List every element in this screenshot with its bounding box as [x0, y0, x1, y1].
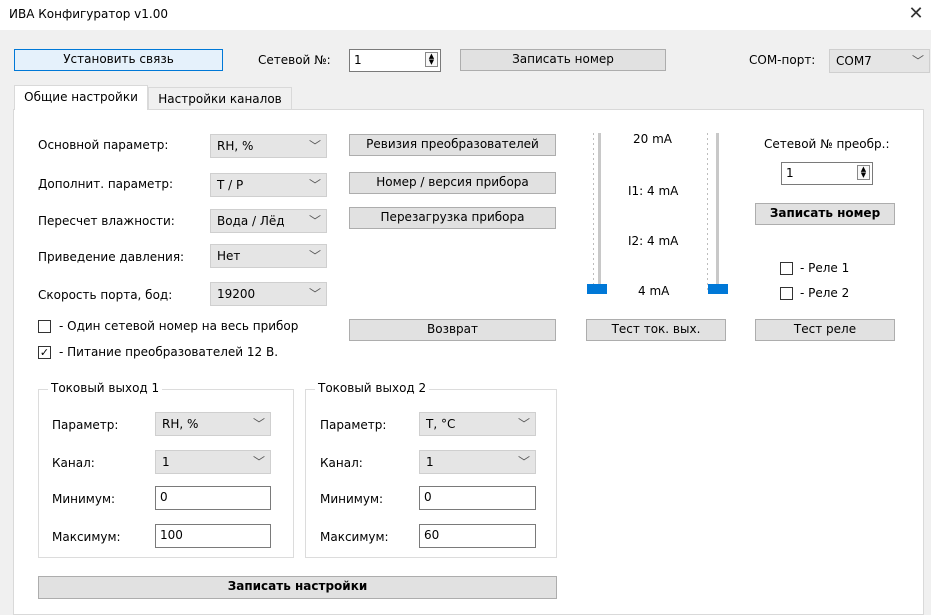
- chevron-down-icon: ﹀: [252, 417, 265, 431]
- pressure-value: Нет: [217, 249, 241, 263]
- main-param-value: RH, %: [217, 139, 254, 153]
- baud-label: Скорость порта, бод:: [38, 288, 173, 302]
- output2-min-input[interactable]: 0: [419, 486, 536, 510]
- i1-label: I1: 4 mA: [628, 184, 679, 198]
- chevron-down-icon: ﹀: [308, 214, 321, 228]
- current-top-label: 20 mA: [633, 132, 672, 146]
- output2-max-input[interactable]: 60: [419, 524, 536, 548]
- output2-param-value: T, °C: [426, 417, 456, 431]
- com-port-select[interactable]: COM7 ﹀: [829, 49, 930, 73]
- connect-button[interactable]: Установить связь: [14, 49, 223, 71]
- slider1-ticks: [593, 133, 594, 293]
- close-icon[interactable]: ✕: [905, 3, 927, 25]
- version-button[interactable]: Номер / версия прибора: [349, 172, 556, 194]
- extra-param-select[interactable]: T / P ﹀: [210, 173, 327, 197]
- write-converter-number-button[interactable]: Записать номер: [755, 203, 895, 225]
- check-icon: ✓: [39, 346, 50, 359]
- tab-general[interactable]: Общие настройки: [14, 85, 148, 110]
- main-param-select[interactable]: RH, % ﹀: [210, 134, 327, 158]
- chevron-down-icon: ﹀: [308, 287, 321, 301]
- title-bar: ИВА Конфигуратор v1.00 ✕: [0, 0, 931, 30]
- output2-channel-select[interactable]: 1 ﹀: [419, 450, 536, 474]
- output1-channel-select[interactable]: 1 ﹀: [155, 450, 271, 474]
- power12-label: - Питание преобразователей 12 В.: [59, 345, 279, 359]
- extra-param-label: Дополнит. параметр:: [38, 177, 174, 191]
- spinner-icon[interactable]: ▲ ▼: [425, 52, 438, 67]
- power12-checkbox[interactable]: ✓: [38, 346, 51, 359]
- slider2-ticks: [707, 133, 708, 293]
- pressure-select[interactable]: Нет ﹀: [210, 244, 327, 268]
- slider2-thumb[interactable]: [708, 284, 728, 294]
- output2-param-select[interactable]: T, °C ﹀: [419, 412, 536, 436]
- main-param-label: Основной параметр:: [38, 138, 169, 152]
- spinner-icon[interactable]: ▲ ▼: [857, 165, 870, 180]
- i2-label: I2: 4 mA: [628, 234, 679, 248]
- chevron-down-icon: ﹀: [517, 455, 530, 469]
- baud-select[interactable]: 19200 ﹀: [210, 282, 327, 306]
- output1-max-label: Максимум:: [52, 530, 121, 544]
- test-relay-button[interactable]: Тест реле: [755, 319, 895, 341]
- chevron-down-icon: ﹀: [911, 54, 924, 68]
- test-current-button[interactable]: Тест ток. вых.: [586, 319, 726, 341]
- humidity-value: Вода / Лёд: [217, 214, 285, 228]
- output1-param-label: Параметр:: [52, 418, 119, 432]
- relay2-label: - Реле 2: [800, 286, 850, 300]
- com-port-label: COM-порт:: [749, 53, 816, 67]
- one-number-checkbox[interactable]: [38, 320, 51, 333]
- output2-channel-value: 1: [426, 455, 434, 469]
- converter-number-input[interactable]: 1 ▲ ▼: [781, 162, 873, 185]
- converter-number-value: 1: [786, 166, 794, 180]
- output2-max-label: Максимум:: [320, 530, 389, 544]
- output1-param-value: RH, %: [162, 417, 199, 431]
- slider1-track[interactable]: [598, 133, 601, 293]
- tab-channels[interactable]: Настройки каналов: [148, 87, 292, 109]
- network-number-label: Сетевой №:: [258, 53, 331, 67]
- chevron-down-icon: ﹀: [308, 139, 321, 153]
- one-number-label: - Один сетевой номер на весь прибор: [59, 319, 299, 333]
- chevron-down-icon: ﹀: [308, 249, 321, 263]
- converter-number-label: Сетевой № преобр.:: [764, 137, 890, 151]
- current-bottom-label: 4 mA: [638, 284, 670, 298]
- window-title: ИВА Конфигуратор v1.00: [9, 7, 168, 21]
- output2-channel-label: Канал:: [320, 456, 363, 470]
- output1-min-label: Минимум:: [52, 492, 116, 506]
- humidity-select[interactable]: Вода / Лёд ﹀: [210, 209, 327, 233]
- output1-min-input[interactable]: 0: [155, 486, 271, 510]
- output1-channel-label: Канал:: [52, 456, 95, 470]
- pressure-label: Приведение давления:: [38, 250, 185, 264]
- network-number-input[interactable]: 1 ▲ ▼: [349, 49, 441, 72]
- reboot-button[interactable]: Перезагрузка прибора: [349, 207, 556, 229]
- write-number-button[interactable]: Записать номер: [460, 49, 666, 71]
- network-number-value: 1: [354, 53, 362, 67]
- chevron-down-icon: ﹀: [517, 417, 530, 431]
- output2-min-label: Минимум:: [320, 492, 384, 506]
- relay1-label: - Реле 1: [800, 261, 850, 275]
- save-settings-button[interactable]: Записать настройки: [38, 576, 557, 599]
- revision-button[interactable]: Ревизия преобразователей: [349, 134, 556, 156]
- relay2-checkbox[interactable]: [780, 287, 793, 300]
- back-button[interactable]: Возврат: [349, 319, 556, 341]
- extra-param-value: T / P: [217, 178, 244, 192]
- output1-max-input[interactable]: 100: [155, 524, 271, 548]
- com-port-value: COM7: [836, 54, 872, 68]
- output1-channel-value: 1: [162, 455, 170, 469]
- chevron-down-icon: ﹀: [308, 178, 321, 192]
- output2-param-label: Параметр:: [320, 418, 387, 432]
- humidity-label: Пересчет влажности:: [38, 214, 175, 228]
- output1-param-select[interactable]: RH, % ﹀: [155, 412, 271, 436]
- baud-value: 19200: [217, 287, 256, 301]
- chevron-down-icon: ﹀: [252, 455, 265, 469]
- relay1-checkbox[interactable]: [780, 262, 793, 275]
- output2-title: Токовый выход 2: [315, 381, 430, 395]
- output1-title: Токовый выход 1: [48, 381, 163, 395]
- slider1-thumb[interactable]: [587, 284, 607, 294]
- slider2-track[interactable]: [716, 133, 719, 293]
